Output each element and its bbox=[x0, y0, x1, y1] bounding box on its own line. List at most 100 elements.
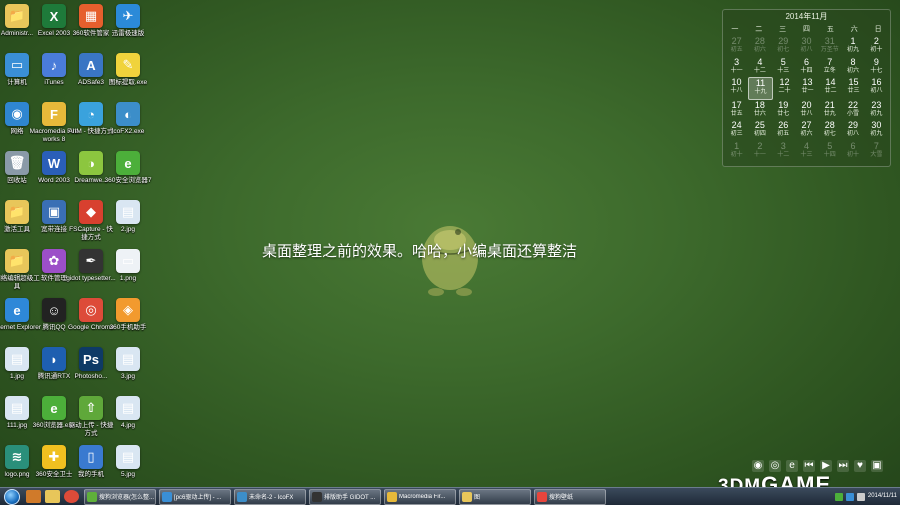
calendar-day[interactable]: 2 初十 bbox=[865, 36, 888, 57]
day-number: 3 bbox=[734, 56, 740, 67]
calendar-day[interactable]: 11 十九 bbox=[748, 77, 773, 100]
calendar-day[interactable]: 17 廿五 bbox=[725, 100, 748, 121]
calendar-day[interactable]: 1 初九 bbox=[841, 36, 864, 57]
lunar-date: 初六 bbox=[753, 47, 766, 53]
desktop-icon[interactable]: ◈ 360手机助手 bbox=[105, 296, 151, 342]
heart-icon[interactable]: ♥ bbox=[854, 460, 866, 472]
calendar-day[interactable]: 21 廿九 bbox=[818, 100, 841, 121]
calendar-day[interactable]: 7 大雪 bbox=[865, 141, 888, 162]
day-number: 10 bbox=[731, 77, 742, 87]
ie-icon[interactable]: e bbox=[786, 460, 798, 472]
lunar-date: 初九 bbox=[870, 110, 883, 117]
desktop-icon[interactable]: ▤ 2.jpg bbox=[105, 198, 151, 244]
lunar-date: 十四 bbox=[823, 151, 836, 158]
desktop-icon[interactable]: ▤ 3.jpg bbox=[105, 345, 151, 391]
tray-network-icon[interactable] bbox=[845, 492, 854, 501]
day-number: 25 bbox=[754, 120, 765, 130]
calendar-day[interactable]: 3 十一 bbox=[725, 57, 748, 78]
taskbar-button[interactable]: 图 bbox=[459, 488, 531, 505]
calendar-day[interactable]: 31 万圣节 bbox=[818, 36, 841, 57]
clock[interactable]: 2014/11/11 bbox=[868, 493, 897, 500]
app-icon: 📁 bbox=[5, 249, 29, 273]
calendar-day[interactable]: 27 初六 bbox=[795, 120, 818, 141]
screen-icon[interactable]: ▣ bbox=[871, 460, 883, 472]
tray-360-icon[interactable] bbox=[834, 492, 843, 501]
calendar-day[interactable]: 29 初八 bbox=[841, 120, 864, 141]
calendar-day[interactable]: 5 十三 bbox=[772, 57, 795, 78]
chrome-icon[interactable] bbox=[64, 490, 79, 503]
calendar-day[interactable]: 28 初七 bbox=[818, 120, 841, 141]
day-number: 13 bbox=[802, 77, 813, 87]
calendar-day[interactable]: 7 立冬 bbox=[818, 57, 841, 78]
play-icon[interactable]: ▶ bbox=[820, 460, 832, 472]
calendar-day[interactable]: 14 廿二 bbox=[819, 77, 842, 98]
lunar-date: 立冬 bbox=[823, 67, 836, 74]
calendar-day[interactable]: 10 十八 bbox=[725, 77, 748, 98]
app-icon: ⇧ bbox=[79, 396, 103, 420]
taskbar-button[interactable]: 未命名-2 - IcoFX bbox=[234, 488, 306, 505]
calendar-day[interactable]: 28 初六 bbox=[748, 36, 771, 57]
desktop-icon[interactable]: ✎ 图标提取.exe bbox=[105, 51, 151, 97]
calendar-day[interactable]: 20 廿八 bbox=[795, 100, 818, 121]
tray-volume-icon[interactable] bbox=[856, 492, 865, 501]
calendar-title: 2014年11月 bbox=[785, 12, 828, 21]
calendar-day[interactable]: 12 二十 bbox=[773, 77, 796, 98]
gamepad-icon[interactable]: ◉ bbox=[752, 460, 764, 472]
day-number: 24 bbox=[731, 120, 742, 130]
calendar-day[interactable]: 19 廿七 bbox=[772, 100, 795, 121]
taskbar-button[interactable]: [pc6驱动上传] - ... bbox=[159, 488, 231, 505]
lunar-date: 初五 bbox=[777, 131, 790, 137]
controller-icon[interactable]: ◎ bbox=[769, 460, 781, 472]
desktop-icon[interactable]: ◐ IcoFX2.exe bbox=[105, 100, 151, 146]
explorer-icon[interactable] bbox=[45, 490, 60, 503]
calendar-day[interactable]: 30 初八 bbox=[795, 36, 818, 57]
lunar-date: 初十 bbox=[847, 151, 860, 158]
calendar-day[interactable]: 9 十七 bbox=[865, 57, 888, 78]
media-player-icon[interactable] bbox=[26, 490, 41, 503]
taskbar-button[interactable]: Macromedia Fir... bbox=[384, 488, 456, 505]
calendar-day[interactable]: 13 廿一 bbox=[796, 77, 819, 98]
lunar-date: 十三 bbox=[777, 67, 790, 74]
center-caption: 桌面整理之前的效果。哈哈，小编桌面还算整洁 bbox=[262, 242, 578, 260]
calendar-day[interactable]: 25 初四 bbox=[748, 120, 771, 141]
calendar-day[interactable]: 4 十二 bbox=[748, 57, 771, 78]
taskbar-button[interactable]: 排版助手 GIDOT ... bbox=[309, 488, 381, 505]
desktop-icon[interactable]: e 360安全浏览器7 bbox=[105, 149, 151, 195]
app-icon: ▤ bbox=[5, 347, 29, 371]
calendar-day[interactable]: 29 初七 bbox=[772, 36, 795, 57]
calendar-day[interactable]: 23 初九 bbox=[865, 100, 888, 121]
calendar-widget[interactable]: 2014年11月 一二三四五六日 27 初五 28 初六 29 初七 30 初八 31 万圣节 1 初… bbox=[722, 9, 891, 167]
calendar-day[interactable]: 16 初八 bbox=[865, 77, 888, 98]
prev-icon[interactable]: ⏮ bbox=[803, 460, 815, 472]
calendar-day[interactable]: 26 初五 bbox=[772, 120, 795, 141]
lunar-date: 十九 bbox=[754, 89, 767, 95]
start-button[interactable] bbox=[0, 488, 24, 505]
calendar-day[interactable]: 4 十三 bbox=[795, 141, 818, 162]
taskbar-button-label: [pc6驱动上传] - ... bbox=[174, 495, 222, 501]
calendar-day[interactable]: 2 十一 bbox=[748, 141, 771, 162]
lunar-date: 十一 bbox=[753, 151, 766, 158]
taskbar-button-label: Macromedia Fir... bbox=[399, 493, 446, 500]
calendar-day[interactable]: 8 初六 bbox=[841, 57, 864, 78]
next-icon[interactable]: ⏭ bbox=[837, 460, 849, 472]
desktop-icon[interactable]: ▤ 4.jpg bbox=[105, 394, 151, 440]
taskbar-button[interactable]: 搜狗壁纸 bbox=[534, 488, 606, 505]
calendar-day[interactable]: 6 初十 bbox=[841, 141, 864, 162]
calendar-day[interactable]: 3 十二 bbox=[772, 141, 795, 162]
calendar-day[interactable]: 18 廿六 bbox=[748, 100, 771, 121]
desktop-icon[interactable]: ▭ 1.png bbox=[105, 247, 151, 293]
day-number: 28 bbox=[824, 120, 835, 130]
calendar-day[interactable]: 30 初九 bbox=[865, 120, 888, 141]
calendar-day[interactable]: 24 初三 bbox=[725, 120, 748, 141]
lunar-date: 二十 bbox=[778, 88, 791, 94]
calendar-day[interactable]: 15 廿三 bbox=[842, 77, 865, 98]
calendar-day[interactable]: 27 初五 bbox=[725, 36, 748, 57]
desktop-icon[interactable]: ▤ 5.jpg bbox=[105, 443, 151, 489]
taskbar-button[interactable]: 搜狗浏览器(怎么整... bbox=[84, 488, 156, 505]
desktop-icon[interactable]: ✈ 迅雷极速版 bbox=[105, 2, 151, 48]
app-icon: ▯ bbox=[79, 445, 103, 469]
calendar-day[interactable]: 22 小雪 bbox=[841, 100, 864, 121]
calendar-day[interactable]: 1 初十 bbox=[725, 141, 748, 162]
calendar-day[interactable]: 6 十四 bbox=[795, 57, 818, 78]
calendar-day[interactable]: 5 十四 bbox=[818, 141, 841, 162]
